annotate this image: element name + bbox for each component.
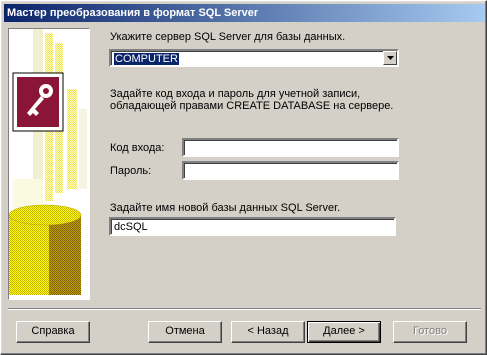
button-divider — [8, 308, 481, 310]
access-key-icon — [9, 29, 87, 295]
server-prompt: Укажите сервер SQL Server для базы данны… — [110, 31, 346, 43]
login-prompt-line2: обладающей правами CREATE DATABASE на се… — [110, 100, 394, 112]
database-prompt: Задайте имя новой базы данных SQL Server… — [110, 202, 341, 214]
window-title: Мастер преобразования в формат SQL Serve… — [7, 7, 259, 19]
cancel-button[interactable]: Отмена — [148, 321, 222, 343]
wizard-dialog: Мастер преобразования в формат SQL Serve… — [0, 0, 487, 355]
login-prompt-line1: Задайте код входа и пароль для учетной з… — [110, 88, 361, 100]
wizard-illustration — [8, 28, 90, 300]
password-input[interactable] — [182, 161, 399, 180]
server-combobox[interactable]: COMPUTER — [109, 49, 399, 67]
server-dropdown-button[interactable] — [383, 51, 397, 65]
finish-button[interactable]: Готово — [393, 321, 467, 343]
server-combobox-value: COMPUTER — [114, 53, 179, 65]
login-label: Код входа: — [110, 142, 165, 154]
login-input[interactable] — [182, 138, 399, 157]
next-button[interactable]: Далее > — [307, 321, 381, 343]
back-button[interactable]: < Назад — [231, 321, 305, 343]
database-name-input[interactable]: dcSQL — [109, 217, 396, 236]
help-button[interactable]: Справка — [16, 321, 90, 343]
chevron-down-icon — [386, 56, 394, 60]
password-label: Пароль: — [110, 165, 152, 177]
title-bar: Мастер преобразования в формат SQL Serve… — [4, 4, 485, 22]
